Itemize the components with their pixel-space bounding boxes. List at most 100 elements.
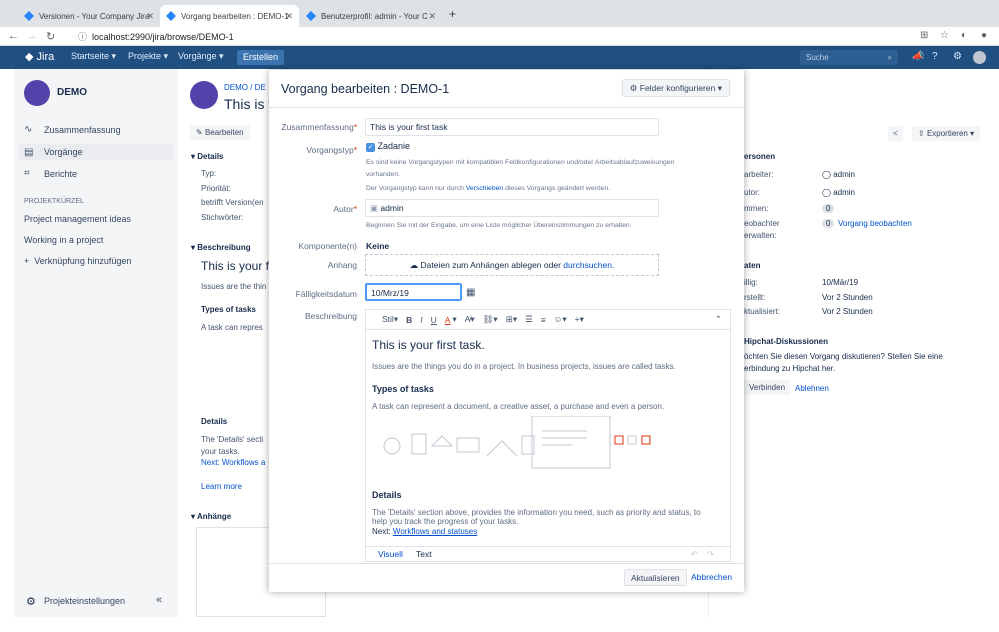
nav-startseite[interactable]: Startseite ▾ [71,51,116,62]
learn-more-link[interactable]: Learn more [201,482,242,491]
jira-favicon-icon [306,11,316,21]
next-link[interactable]: Next: Workflows a [201,458,265,467]
issue-type-label: Vorgangstyp* [306,145,357,155]
sidebar-item-label: Berichte [44,168,78,179]
reload-icon[interactable]: ↻ [46,30,55,43]
redo-icon[interactable]: ↷ [707,549,714,560]
jira-favicon-icon [24,11,34,21]
browser-tab-active[interactable]: Vorgang bearbeiten : DEMO-1 ✕ [160,5,299,27]
undo-icon[interactable]: ↶ [691,549,698,560]
author-input[interactable]: ▣ admin [365,199,659,217]
extension-icon[interactable]: ◐ [961,30,967,41]
search-placeholder: Suche [806,53,829,62]
types-heading: Types of tasks [201,305,256,314]
workflows-link[interactable]: Workflows and statuses [393,527,477,536]
bookmark-star-icon[interactable]: ☆ [940,30,949,41]
translate-icon[interactable]: ⊞ [920,30,928,41]
export-button[interactable]: ⇪ Exportieren ▾ [912,126,981,141]
calendar-icon[interactable]: ▦ [466,287,475,298]
cancel-link[interactable]: Abbrechen [685,569,738,586]
nav-vorgaenge[interactable]: Vorgänge ▾ [178,51,224,62]
export-icon: ⇪ [918,129,925,138]
field-label: Stichwörter: [201,213,244,222]
insert-icon[interactable]: ⊞▾ [506,314,517,325]
close-tab-icon[interactable]: ✕ [146,11,154,22]
sidebar-item-label: Vorgänge [44,147,83,157]
back-icon[interactable]: ← [8,30,19,42]
underline-icon[interactable]: U [431,315,437,325]
project-settings-link[interactable]: Projekteinstellungen [44,596,125,606]
url-field[interactable]: ⓘ localhost:2990/jira/browse/DEMO-1 [78,29,898,44]
content-paragraph: help you track the progress of your task… [372,517,519,526]
reporter-value[interactable]: ◯ admin [822,188,855,197]
watch-link[interactable]: Vorgang beobachten [838,219,912,228]
issue-type-value[interactable]: ✓ Zadanie [366,141,410,152]
style-dropdown[interactable]: Stil▾ [374,314,398,325]
update-button[interactable]: Aktualisieren [624,569,687,586]
issue-title: This is y [224,96,276,112]
collapse-sidebar-icon[interactable]: « [156,594,162,606]
due-date-input[interactable]: 10/Mrz/19 [365,283,462,301]
summary-input[interactable]: This is your first task [365,118,659,136]
configure-fields-button[interactable]: ⚙ Felder konfigurieren ▾ [621,79,730,97]
project-name[interactable]: DEMO [57,87,87,98]
nav-projekte[interactable]: Projekte ▾ [128,51,168,62]
date-label: rstellt: [744,293,766,302]
move-link[interactable]: Verschieben [466,185,503,192]
sidebar-item-issues[interactable]: ▤ Vorgänge [18,144,173,160]
browser-tab[interactable]: Versionen - Your Company Jira ✕ [18,5,160,27]
checkbox-icon: ✓ [366,143,375,152]
text-color-icon[interactable]: A [445,315,451,325]
collapse-toolbar-icon[interactable]: ⌃ [715,314,722,325]
text-effects-icon[interactable]: A̸▾ [465,314,475,325]
browse-link[interactable]: durchsuchen. [563,260,614,270]
close-tab-icon[interactable]: ✕ [285,11,293,22]
issue-type-text: Zadanie [377,141,411,151]
date-label: ktualisiert: [744,307,781,316]
assignee-value[interactable]: ◯ admin [822,170,855,179]
bold-icon[interactable]: B [406,315,412,325]
edit-button[interactable]: ✎ Bearbeiten [190,125,250,140]
forward-icon[interactable]: → [26,30,37,42]
search-input[interactable]: Suche ⌕ [800,50,898,65]
tab-visual[interactable]: Visuell [378,549,403,559]
chevron-down-icon[interactable]: ▾ [452,314,456,325]
browser-tab[interactable]: Benutzerprofil: admin - Your C ✕ [300,5,442,27]
component-value[interactable]: Keine [366,241,389,251]
profile-icon[interactable]: ● [981,30,987,41]
desc-text: Issues are the thin [201,282,267,291]
nav-label: Projekte [128,51,162,61]
description-editor[interactable]: Stil▾ B I U A ▾ A̸▾ ⛓▾ ⊞▾ ☰ ≡ ☺▾ +▾ ⌃ Thi… [365,309,731,562]
italic-icon[interactable]: I [420,315,422,325]
nav-label: Vorgänge [178,51,217,61]
bullet-list-icon[interactable]: ☰ [525,314,533,325]
more-insert-icon[interactable]: +▾ [575,314,584,325]
share-button[interactable]: < [888,126,903,141]
breadcrumb[interactable]: DEMO / DE [224,83,266,92]
create-button[interactable]: Erstellen [237,50,285,65]
attachment-dropzone[interactable]: ☁ Dateien zum Anhängen ablegen oder durc… [365,254,659,276]
notifications-icon[interactable]: 📣 [912,51,924,62]
jira-logo[interactable]: ◆ Jira [25,50,54,63]
gear-icon[interactable]: ⚙ [953,51,962,62]
shortcut-link[interactable]: Working in a project [24,235,103,245]
divider [269,563,744,564]
decline-link[interactable]: Ablehnen [795,384,829,393]
tab-text[interactable]: Text [416,549,432,559]
numbered-list-icon[interactable]: ≡ [541,315,546,325]
new-tab-icon[interactable]: + [449,7,456,21]
link-icon[interactable]: ⛓▾ [483,314,498,325]
address-bar-row: ← → ↻ ⓘ localhost:2990/jira/browse/DEMO-… [0,27,999,46]
shortcut-link[interactable]: Project management ideas [24,214,131,224]
people-heading: ersonen [744,152,776,161]
project-avatar[interactable] [24,80,50,106]
emoji-icon[interactable]: ☺▾ [554,314,567,325]
sidebar-item-reports[interactable]: ⌗ Berichte [24,168,77,179]
editor-content[interactable]: This is your first task. Issues are the … [372,338,726,536]
avatar[interactable] [973,51,986,64]
add-shortcut-link[interactable]: + Verknüpfung hinzufügen [24,256,131,266]
close-tab-icon[interactable]: ✕ [428,11,436,22]
connect-button[interactable]: Verbinden [744,380,791,395]
help-icon[interactable]: ? [932,51,938,62]
sidebar-item-summary[interactable]: ∿ Zusammenfassung [24,124,121,135]
